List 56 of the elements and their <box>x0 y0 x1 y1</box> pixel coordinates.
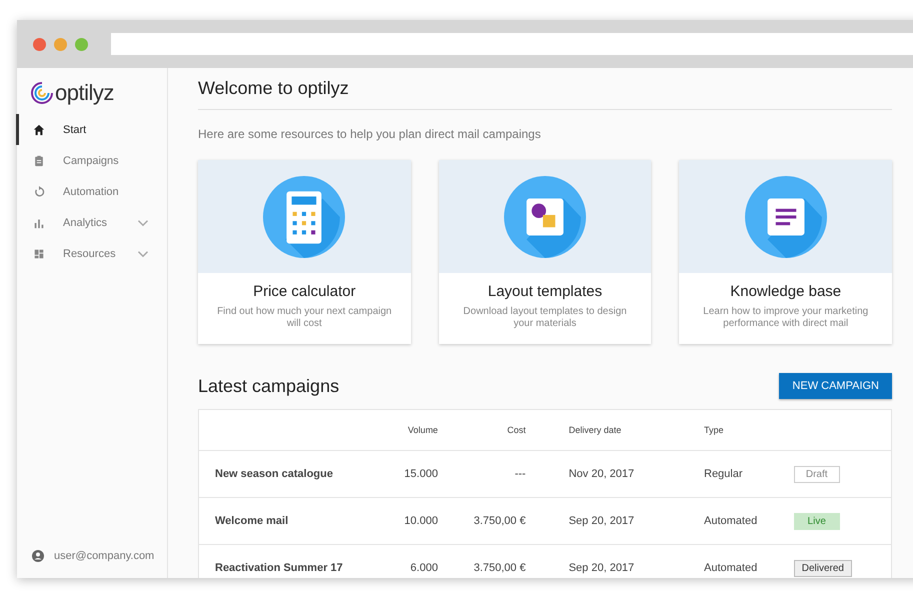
swirl-logo-icon <box>31 82 53 104</box>
table-cell: Welcome mail <box>215 515 288 527</box>
column-header: Type <box>703 410 793 450</box>
table-cell: New season catalogue <box>215 468 333 480</box>
address-bar[interactable] <box>111 33 913 55</box>
table-cell: --- <box>514 468 526 480</box>
table-cell: Regular <box>704 468 743 480</box>
home-icon <box>33 124 45 136</box>
card-description: Learn how to improve your marketing performance with direct mail <box>702 306 870 330</box>
table-cell: 15.000 <box>404 468 438 480</box>
status-badge: Delivered <box>794 560 852 576</box>
templates-icon <box>504 176 586 258</box>
refresh-icon <box>33 186 45 198</box>
resource-card[interactable]: Knowledge base Learn how to improve your marketing performance with direct mail <box>679 160 892 344</box>
card-title: Layout templates <box>486 283 604 300</box>
section-title: Latest campaigns <box>198 376 340 396</box>
sidebar-item[interactable]: Automation <box>16 176 167 207</box>
sidebar-item[interactable]: Resources <box>16 238 167 269</box>
status-badge: Live <box>794 512 840 530</box>
status-badge: Draft <box>794 466 840 482</box>
knowledge-icon <box>744 176 827 258</box>
table-cell: Sep 20, 2017 <box>568 515 634 527</box>
bars-icon <box>33 216 45 228</box>
column-header: Volume <box>381 410 439 450</box>
user-email[interactable]: user@company.com <box>54 550 154 562</box>
user-icon <box>32 550 44 562</box>
card-title: Knowledge base <box>729 283 842 300</box>
column-header: Cost <box>438 410 527 450</box>
card-description: Download layout templates to design your materials <box>462 306 628 330</box>
table-cell: 10.000 <box>404 515 438 527</box>
sidebar-item[interactable]: Analytics <box>16 207 167 238</box>
sidebar-item[interactable]: Campaigns <box>16 145 167 176</box>
table-cell: Sep 20, 2017 <box>568 562 634 574</box>
card-title: Price calculator <box>252 283 357 300</box>
resource-card[interactable]: Layout templates Download layout templates to design your materials <box>438 160 652 344</box>
page-title: Welcome to optilyz <box>198 78 892 110</box>
minimize-button[interactable] <box>54 38 67 50</box>
maximize-button[interactable] <box>75 38 88 50</box>
table-cell: 6.000 <box>410 562 438 574</box>
new-campaign-button[interactable]: NEW CAMPAIGN <box>779 373 892 399</box>
table-cell: 3.750,00 € <box>474 562 526 574</box>
calculator-icon <box>263 176 346 258</box>
card-description: Find out how much your next campaign will cost <box>216 306 393 330</box>
clipboard-icon <box>33 154 45 166</box>
column-header: Delivery date <box>526 410 703 450</box>
dashboard-icon <box>33 248 45 260</box>
logo-text: optilyz <box>55 80 114 106</box>
table-cell: Automated <box>704 515 758 527</box>
page-subtitle: Here are some resources to help you plan direct mail campaings <box>198 127 542 141</box>
sidebar-item[interactable]: Start <box>16 114 167 145</box>
table-cell: Nov 20, 2017 <box>568 468 634 480</box>
resource-card[interactable]: Price calculator Find out how much your next campaign will cost <box>198 160 411 344</box>
table-cell: 3.750,00 € <box>474 515 526 527</box>
close-button[interactable] <box>33 38 46 50</box>
table-cell: Reactivation Summer 17 <box>215 562 343 574</box>
table-cell: Automated <box>704 562 758 574</box>
